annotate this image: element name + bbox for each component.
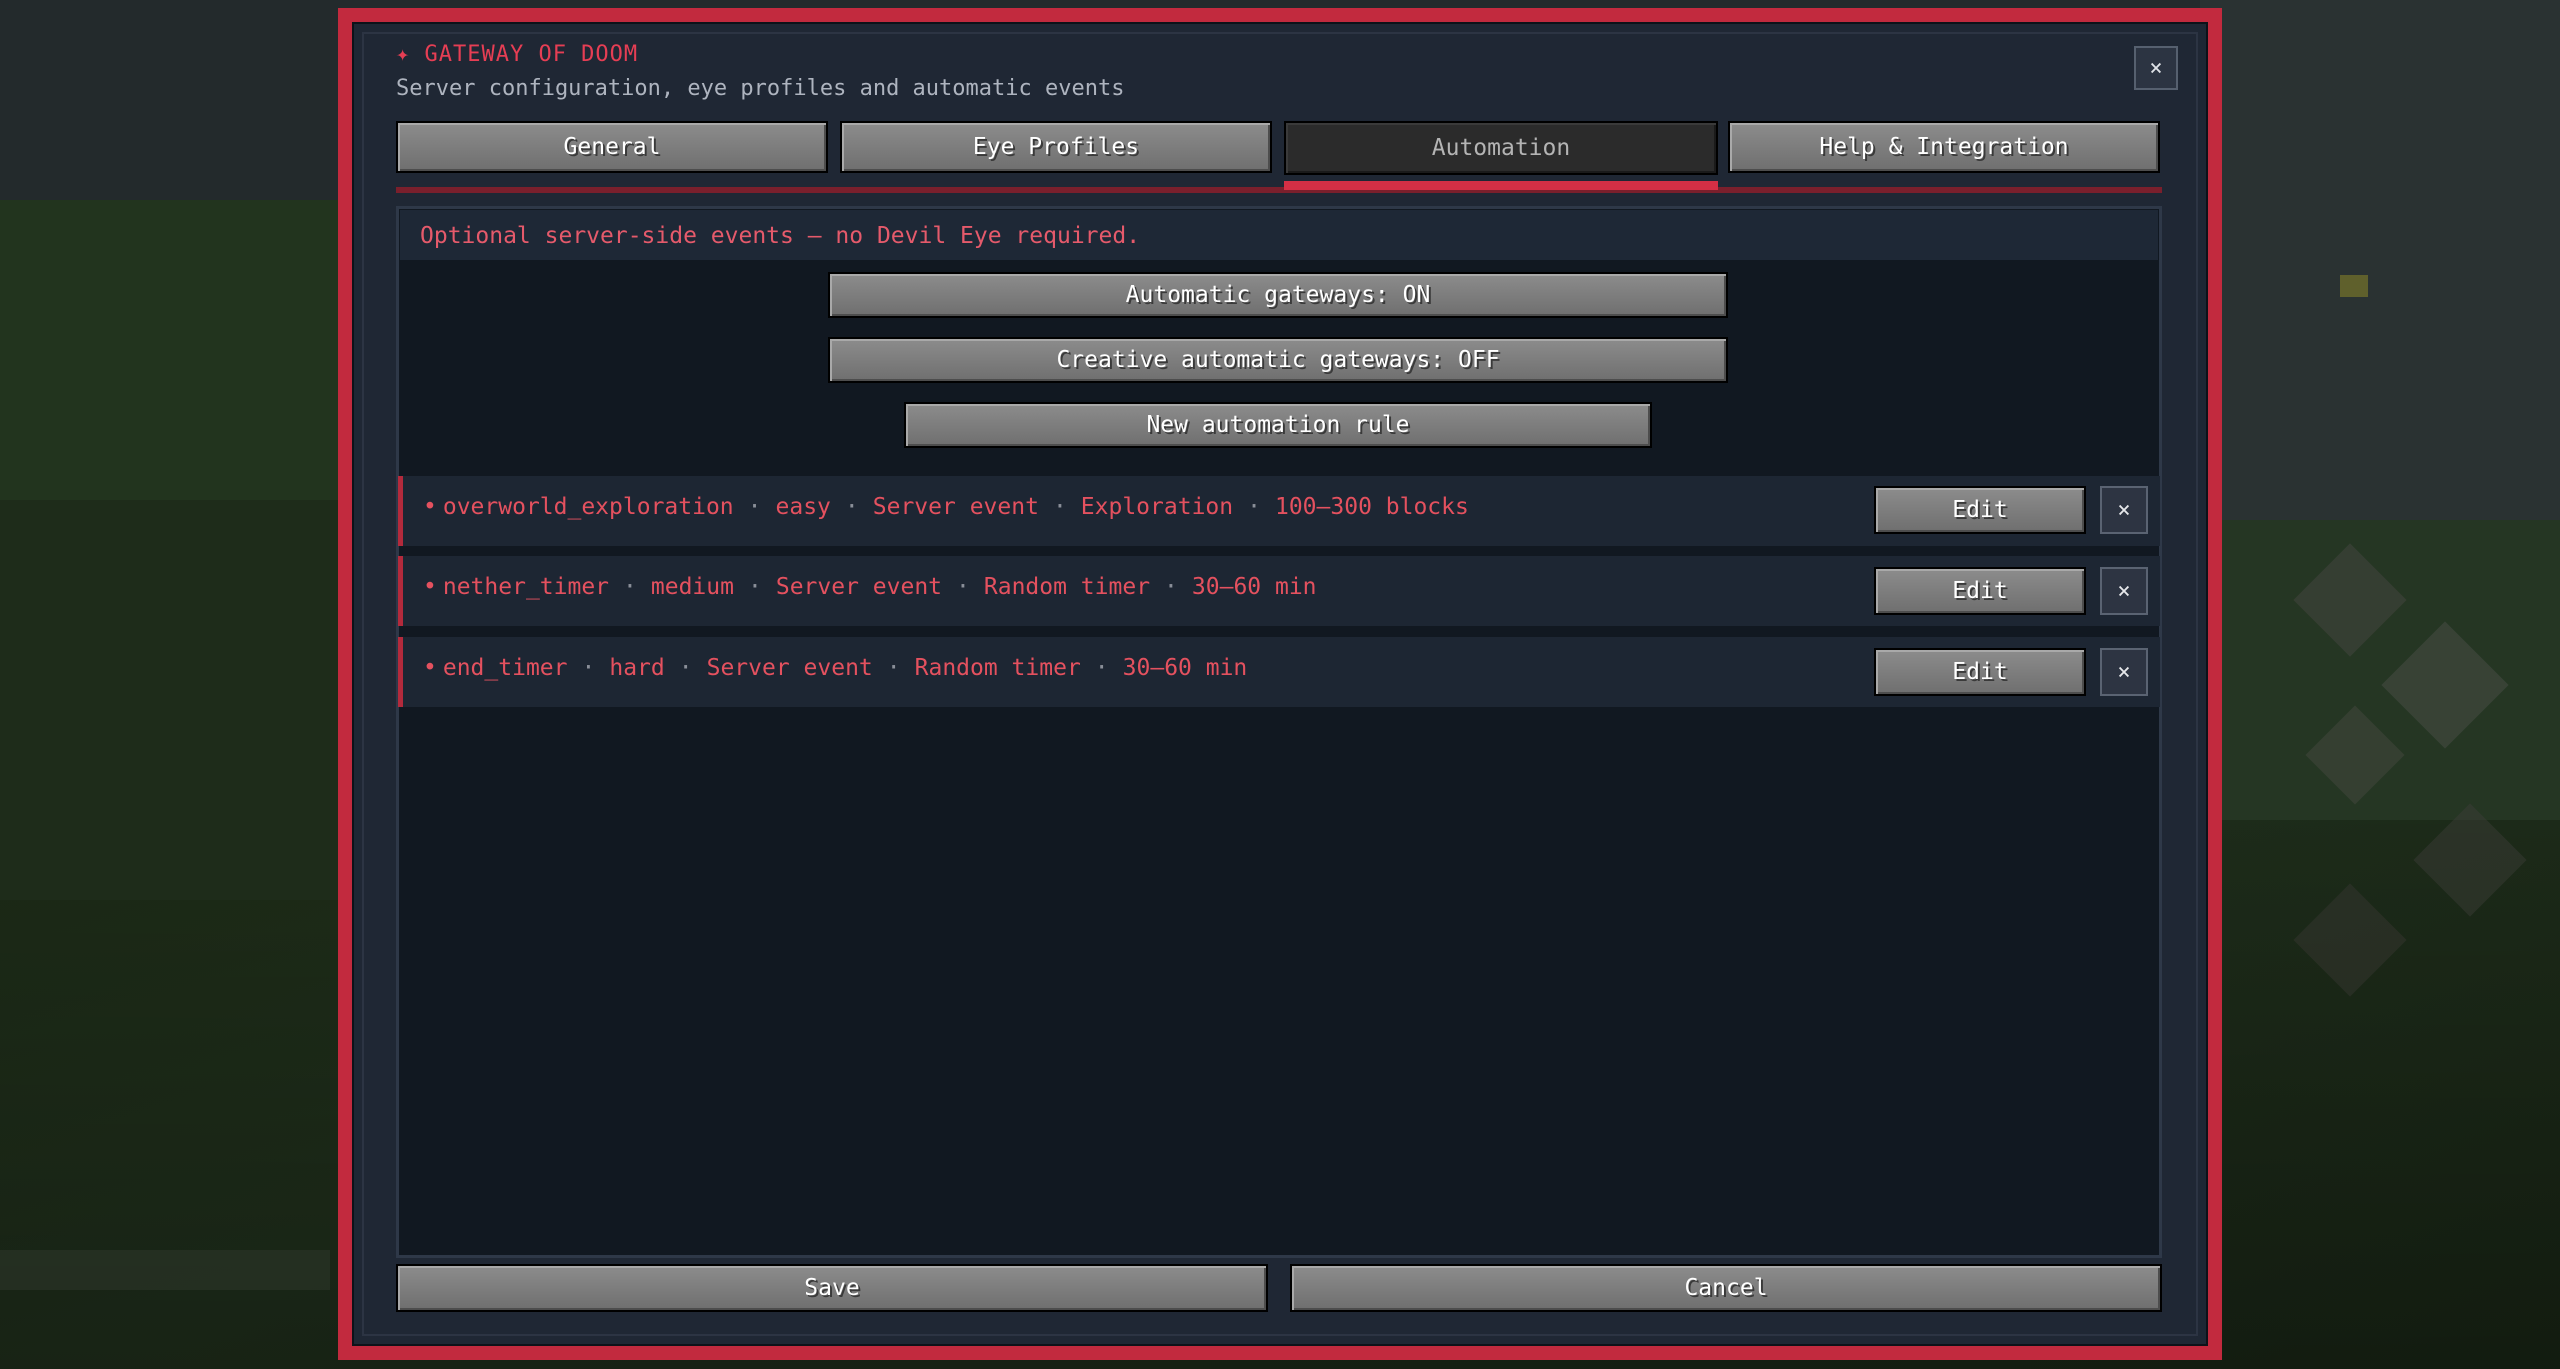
separator-icon: ·	[581, 655, 596, 681]
rule-bullet-icon: •	[423, 494, 437, 520]
rule-source: Server event	[872, 494, 1039, 520]
rule-range: 30–60 min	[1122, 655, 1248, 681]
rule-range: 100–300 blocks	[1274, 494, 1469, 520]
active-tab-indicator	[1284, 181, 1718, 190]
separator-icon: ·	[678, 655, 693, 681]
dialog-title: ✦ GATEWAY OF DOOM	[396, 42, 639, 67]
separator-icon: ·	[1094, 655, 1109, 681]
separator-icon: ·	[747, 494, 762, 520]
close-icon: ×	[2149, 55, 2163, 81]
close-icon: ×	[2117, 497, 2131, 523]
background-terrain-left-bottom	[0, 500, 340, 900]
rule-trigger: Exploration	[1080, 494, 1234, 520]
edit-rule-button[interactable]: Edit	[1874, 486, 2086, 534]
creative-automatic-gateways-toggle[interactable]: Creative automatic gateways: OFF	[828, 337, 1728, 383]
background-sky-right	[2200, 0, 2560, 520]
rule-summary: • end_timer · hard · Server event · Random time…	[423, 655, 1247, 681]
delete-rule-button[interactable]: ×	[2100, 648, 2148, 696]
automation-description: Optional server-side events — no Devil E…	[420, 223, 1141, 249]
rule-summary: • overworld_exploration · easy · Server event…	[423, 494, 1469, 520]
separator-icon: ·	[1247, 494, 1261, 520]
close-dialog-button[interactable]: ×	[2134, 46, 2178, 90]
edit-rule-button[interactable]: Edit	[1874, 648, 2086, 696]
background-flower	[2340, 275, 2368, 297]
save-button[interactable]: Save	[396, 1264, 1268, 1312]
new-automation-rule-button[interactable]: New automation rule	[904, 402, 1652, 448]
separator-icon: ·	[844, 494, 859, 520]
background-hud-remnant	[0, 1250, 330, 1290]
separator-icon: ·	[623, 574, 637, 600]
background-terrain-left-top	[0, 200, 340, 500]
dialog-subtitle: Server configuration, eye profiles and a…	[396, 76, 1125, 101]
rule-trigger: Random timer	[983, 574, 1151, 600]
delete-rule-button[interactable]: ×	[2100, 567, 2148, 615]
tab-general[interactable]: General	[396, 121, 828, 173]
tab-bar-underline	[396, 187, 2162, 193]
rule-trigger: Random timer	[914, 655, 1081, 681]
background-block	[2293, 883, 2407, 997]
rule-source: Server event	[706, 655, 873, 681]
close-icon: ×	[2117, 578, 2131, 604]
rule-name: overworld_exploration	[442, 494, 734, 520]
rule-summary: • nether_timer · medium · Server event · Random…	[423, 574, 1317, 600]
delete-rule-button[interactable]: ×	[2100, 486, 2148, 534]
tab-eye-profiles[interactable]: Eye Profiles	[840, 121, 1272, 173]
rule-difficulty: hard	[609, 655, 665, 681]
rule-source: Server event	[775, 574, 943, 600]
separator-icon: ·	[956, 574, 970, 600]
separator-icon: ·	[1164, 574, 1178, 600]
tab-automation[interactable]: Automation	[1284, 121, 1718, 175]
separator-icon: ·	[886, 655, 901, 681]
cancel-button[interactable]: Cancel	[1290, 1264, 2162, 1312]
separator-icon: ·	[1052, 494, 1067, 520]
edit-rule-button[interactable]: Edit	[1874, 567, 2086, 615]
rule-name: nether_timer	[442, 574, 610, 600]
rule-bullet-icon: •	[423, 655, 437, 681]
rule-name: end_timer	[442, 655, 568, 681]
separator-icon: ·	[747, 574, 762, 600]
rule-bullet-icon: •	[423, 574, 437, 600]
rule-difficulty: medium	[650, 574, 734, 600]
rule-difficulty: easy	[775, 494, 831, 520]
rule-range: 30–60 min	[1191, 574, 1317, 600]
background-block	[2413, 803, 2527, 917]
automatic-gateways-toggle[interactable]: Automatic gateways: ON	[828, 272, 1728, 318]
close-icon: ×	[2117, 659, 2131, 685]
tab-help-integration[interactable]: Help & Integration	[1728, 121, 2160, 173]
